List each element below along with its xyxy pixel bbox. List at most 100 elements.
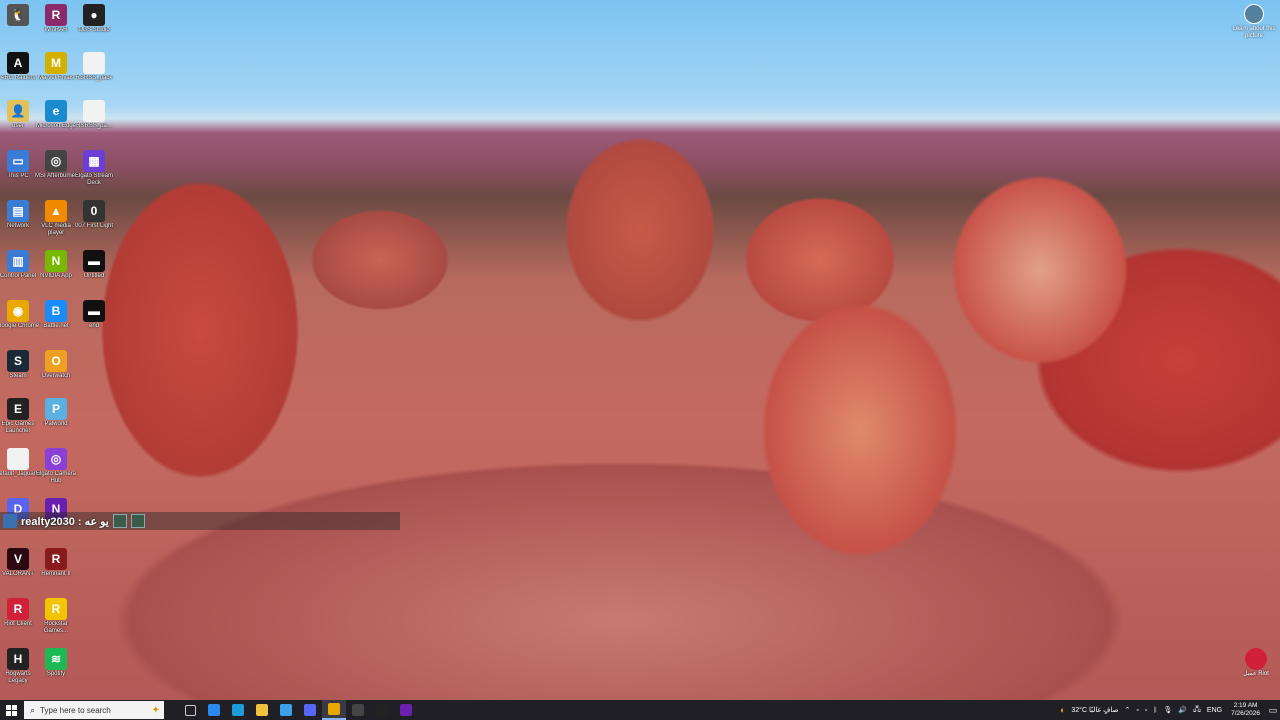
- notifications-button[interactable]: ▭: [1266, 700, 1280, 720]
- taskbar-app-nzxt[interactable]: [394, 700, 418, 720]
- desktop-icon[interactable]: 0 007 First Light: [71, 200, 117, 230]
- notification-icon: ▭: [1268, 704, 1278, 715]
- system-tray: ◐ 32°C صافٍ غالبًا ⌃ ▫ ▫ ᛒ 🎙 🔊 🖧 ENG 2:1…: [1057, 700, 1280, 720]
- app-icon: ▬: [83, 250, 105, 272]
- edge-icon: [232, 704, 244, 716]
- app-icon: ◎: [45, 448, 67, 470]
- search-highlight-icon: ✦: [151, 704, 160, 716]
- network-icon[interactable]: 🖧: [1193, 705, 1201, 716]
- tray-app-icon[interactable]: ▫: [1145, 707, 1147, 714]
- desktop-icon-label: Remnant II: [41, 571, 71, 577]
- desktop-icon[interactable]: P Palworld: [33, 398, 79, 428]
- app-icon: 0: [83, 200, 105, 222]
- app-icon: ◉: [7, 300, 29, 322]
- desktop-icon-label: Untitled: [83, 273, 105, 279]
- avatar: [130, 514, 145, 528]
- desktop-icon[interactable]: ▬ end: [71, 300, 117, 330]
- clock-time: 2:19 AM: [1233, 702, 1258, 709]
- chat-overlay: realty2030 : يو عه: [0, 512, 400, 530]
- desktop-icon-label: end: [88, 323, 99, 329]
- app-icon: O: [45, 350, 67, 372]
- bluetooth-icon[interactable]: ᛒ: [1153, 707, 1157, 714]
- desktop-icon[interactable]: R Rockstar Games...: [33, 598, 79, 635]
- weather-icon[interactable]: ◐: [1060, 705, 1065, 715]
- taskbar-app-store[interactable]: [274, 700, 298, 720]
- desktop-icon[interactable]: ◎ Elgato Camera Hub: [33, 448, 79, 485]
- riot-fist-icon: [1245, 648, 1267, 670]
- clock[interactable]: 2:19 AM 7/26/2026: [1231, 702, 1260, 718]
- desktop-icon[interactable]: O Overwatch: [33, 350, 79, 380]
- obs-icon: [376, 704, 388, 716]
- tray-app-icon[interactable]: ▫: [1136, 707, 1138, 714]
- app-icon: ▦: [83, 150, 105, 172]
- discord-icon: [304, 704, 316, 716]
- app-icon: R: [45, 548, 67, 570]
- app-icon: N: [45, 250, 67, 272]
- app-icon: ▬: [83, 300, 105, 322]
- learn-about-picture-button[interactable]: Learn about this picture: [1232, 4, 1276, 40]
- app-icon: ≋: [45, 648, 67, 670]
- taskbar-apps: [178, 700, 418, 720]
- riot-client-label: عميل Riot: [1243, 671, 1269, 677]
- taskbar-app-file-explorer[interactable]: [250, 700, 274, 720]
- chat-overlay-icon: [3, 514, 17, 528]
- desktop-icon-label: Overwatch: [41, 373, 71, 379]
- desktop-icon[interactable]: RSRSS_pa...: [71, 100, 117, 130]
- app-icon: ▭: [7, 150, 29, 172]
- desktop-icon-label: RSRSS_pa...: [76, 123, 112, 129]
- app-icon: [83, 52, 105, 74]
- app-icon: ▥: [7, 250, 29, 272]
- taskbar-app-obs[interactable]: [370, 700, 394, 720]
- app-icon: ▲: [45, 200, 67, 222]
- app-icon: E: [7, 398, 29, 420]
- chevron-up-icon[interactable]: ⌃: [1124, 706, 1130, 714]
- riot-client-shortcut[interactable]: عميل Riot: [1238, 648, 1274, 678]
- weather-text[interactable]: 32°C صافٍ غالبًا: [1071, 706, 1118, 714]
- app-icon: S: [7, 350, 29, 372]
- app-icon: ◎: [45, 150, 67, 172]
- desktop-icon[interactable]: ▦ Elgato Stream Deck: [71, 150, 117, 187]
- taskbar: ⌕ Type here to search ✦ ◐ 32°C صافٍ غالب…: [0, 700, 1280, 720]
- app-icon: 🐧: [7, 4, 29, 26]
- desktop-icon[interactable]: RSRSS_pack: [71, 52, 117, 82]
- app-icon: [7, 448, 29, 470]
- desktop-icon-label: Spotify: [46, 671, 66, 677]
- app-icon: R: [45, 4, 67, 26]
- app-icon: A: [7, 52, 29, 74]
- avatar: [112, 514, 127, 528]
- taskbar-app-discord[interactable]: [298, 700, 322, 720]
- clock-date: 7/26/2026: [1231, 710, 1260, 717]
- start-button[interactable]: [0, 700, 22, 720]
- taskbar-search-box[interactable]: ⌕ Type here to search ✦: [24, 701, 164, 719]
- taskbar-app-chrome[interactable]: [322, 700, 346, 720]
- search-placeholder: Type here to search: [40, 705, 111, 715]
- microphone-icon[interactable]: 🎙: [1163, 706, 1172, 714]
- camera-icon: [1244, 4, 1264, 24]
- windows-logo-icon: [5, 704, 17, 716]
- taskbar-app-edge[interactable]: [226, 700, 250, 720]
- desktop-icon[interactable]: ▬ Untitled: [71, 250, 117, 280]
- speaker-icon[interactable]: 🔊: [1178, 706, 1187, 714]
- app-icon: 👤: [7, 100, 29, 122]
- desktop-icon-label: Palworld: [44, 421, 68, 427]
- store-icon: [280, 704, 292, 716]
- app-icon: R: [45, 598, 67, 620]
- desktop-icon-label: Elgato Camera Hub: [35, 471, 77, 484]
- app-icon: H: [7, 648, 29, 670]
- app-icon: B: [45, 300, 67, 322]
- app-icon: ▤: [7, 200, 29, 222]
- desktop-icon-label: OBS Studio: [78, 27, 110, 33]
- chrome-icon: [328, 703, 340, 715]
- taskbar-app-edge-copilot[interactable]: [202, 700, 226, 720]
- desktop-icon[interactable]: ≋ Spotify: [33, 648, 79, 678]
- taskbar-app-task-view[interactable]: [178, 700, 202, 720]
- chat-message: realty2030 : يو عه: [21, 515, 109, 528]
- learn-about-picture-label: Learn about this picture: [1232, 26, 1276, 39]
- desktop-icon-label: Rockstar Games...: [43, 621, 69, 634]
- desktop-icon[interactable]: ● OBS Studio: [71, 4, 117, 34]
- taskbar-app-terminal[interactable]: [346, 700, 370, 720]
- language-indicator[interactable]: ENG: [1207, 707, 1222, 714]
- file-explorer-icon: [256, 704, 268, 716]
- terminal-icon: [352, 704, 364, 716]
- desktop-icon[interactable]: R Remnant II: [33, 548, 79, 578]
